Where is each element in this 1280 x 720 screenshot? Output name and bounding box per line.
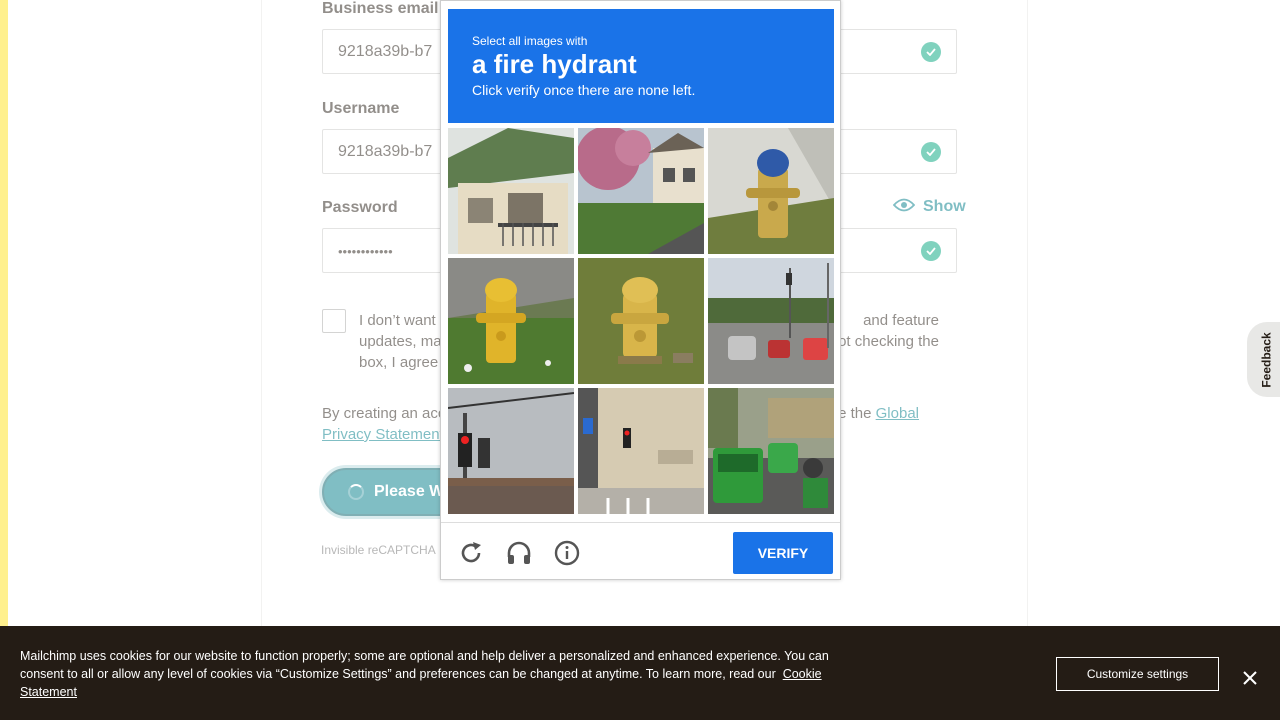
captcha-tile-traffic-light[interactable] xyxy=(448,388,574,514)
challenge-target: a fire hydrant xyxy=(472,49,637,79)
captcha-tile-yellow-hydrant-grass[interactable] xyxy=(448,258,574,384)
captcha-tile-building-traffic-light[interactable] xyxy=(578,388,704,514)
cookie-text: Mailchimp uses cookies for our website t… xyxy=(20,649,829,699)
cookie-banner: Mailchimp uses cookies for our website t… xyxy=(0,626,1280,720)
instruction-small: Select all images with xyxy=(472,34,588,48)
close-icon[interactable] xyxy=(1240,668,1260,688)
reload-icon[interactable] xyxy=(458,540,484,566)
challenge-footer: VERIFY xyxy=(441,522,840,580)
captcha-tile-street-intersection[interactable] xyxy=(708,258,834,384)
challenge-header: Select all images with a fire hydrant Cl… xyxy=(448,9,834,123)
info-icon[interactable] xyxy=(554,540,580,566)
feedback-tab[interactable]: Feedback xyxy=(1247,322,1280,397)
recaptcha-challenge: Select all images with a fire hydrant Cl… xyxy=(440,0,841,580)
captcha-tile-house-balcony[interactable] xyxy=(448,128,574,254)
headphones-icon[interactable] xyxy=(506,540,532,566)
feedback-label: Feedback xyxy=(1260,331,1275,388)
captcha-tile-blue-top-hydrant[interactable] xyxy=(708,128,834,254)
captcha-tile-yellow-hydrant-lawn[interactable] xyxy=(578,258,704,384)
instruction-sub: Click verify once there are none left. xyxy=(472,82,696,98)
customize-settings-button[interactable]: Customize settings xyxy=(1056,657,1219,691)
verify-button[interactable]: VERIFY xyxy=(733,532,833,574)
captcha-tile-green-truck-traffic[interactable] xyxy=(708,388,834,514)
captcha-tile-house-tree[interactable] xyxy=(578,128,704,254)
